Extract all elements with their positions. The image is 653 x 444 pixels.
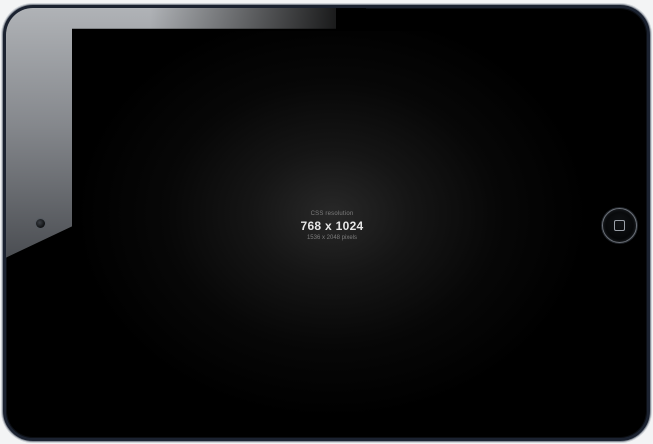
tablet-device-frame: CSS resolution 768 x 1024 1536 x 2048 pi…	[3, 5, 650, 441]
resolution-info: CSS resolution 768 x 1024 1536 x 2048 pi…	[72, 211, 592, 241]
pixel-resolution-label: 1536 x 2048 pixels	[306, 235, 358, 241]
css-resolution-value: 768 x 1024	[300, 219, 364, 233]
device-screen: CSS resolution 768 x 1024 1536 x 2048 pi…	[72, 31, 592, 421]
home-button[interactable]	[602, 208, 637, 243]
front-camera-icon	[36, 219, 45, 228]
css-resolution-label: CSS resolution	[310, 211, 354, 217]
home-square-icon	[614, 220, 625, 231]
